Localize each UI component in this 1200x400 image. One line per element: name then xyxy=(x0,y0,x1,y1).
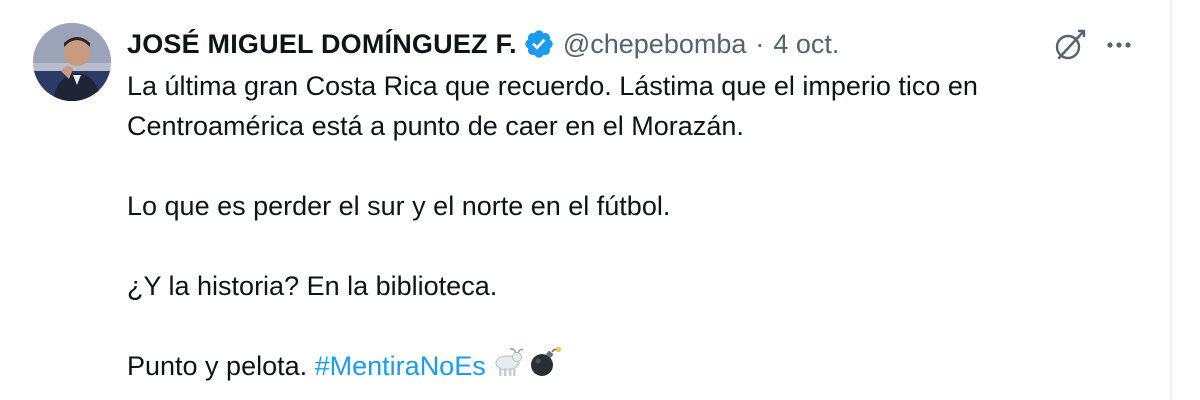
verified-badge-icon xyxy=(523,28,555,60)
tweet-paragraph-4: Punto y pelota. #MentiraNoEs xyxy=(127,346,1147,389)
bomb-emoji-icon xyxy=(528,346,562,389)
tweet-body: La última gran Costa Rica que recuerdo. … xyxy=(127,66,1147,389)
avatar[interactable] xyxy=(33,23,111,101)
grok-icon[interactable] xyxy=(1052,27,1088,63)
separator-dot: · xyxy=(755,28,765,59)
more-options-icon[interactable] xyxy=(1102,31,1136,59)
tweet-paragraph-2: Lo que es perder el sur y el norte en el… xyxy=(127,191,671,221)
tweet-paragraph-1: La última gran Costa Rica que recuerdo. … xyxy=(127,71,978,141)
goat-emoji-icon xyxy=(490,347,524,388)
author-name[interactable]: JOSÉ MIGUEL DOMÍNGUEZ F. xyxy=(127,29,517,60)
tweet-paragraph-3: ¿Y la historia? En la biblioteca. xyxy=(127,271,498,301)
closing-text: Punto y pelota. xyxy=(127,351,315,381)
tweet-date[interactable]: 4 oct. xyxy=(773,29,839,60)
tweet-card[interactable]: JOSÉ MIGUEL DOMÍNGUEZ F. @chepebomba · 4… xyxy=(0,0,1172,400)
author-handle[interactable]: @chepebomba xyxy=(563,29,747,60)
tweet-header: JOSÉ MIGUEL DOMÍNGUEZ F. @chepebomba · 4… xyxy=(127,24,839,64)
hashtag-link[interactable]: #MentiraNoEs xyxy=(315,351,486,381)
